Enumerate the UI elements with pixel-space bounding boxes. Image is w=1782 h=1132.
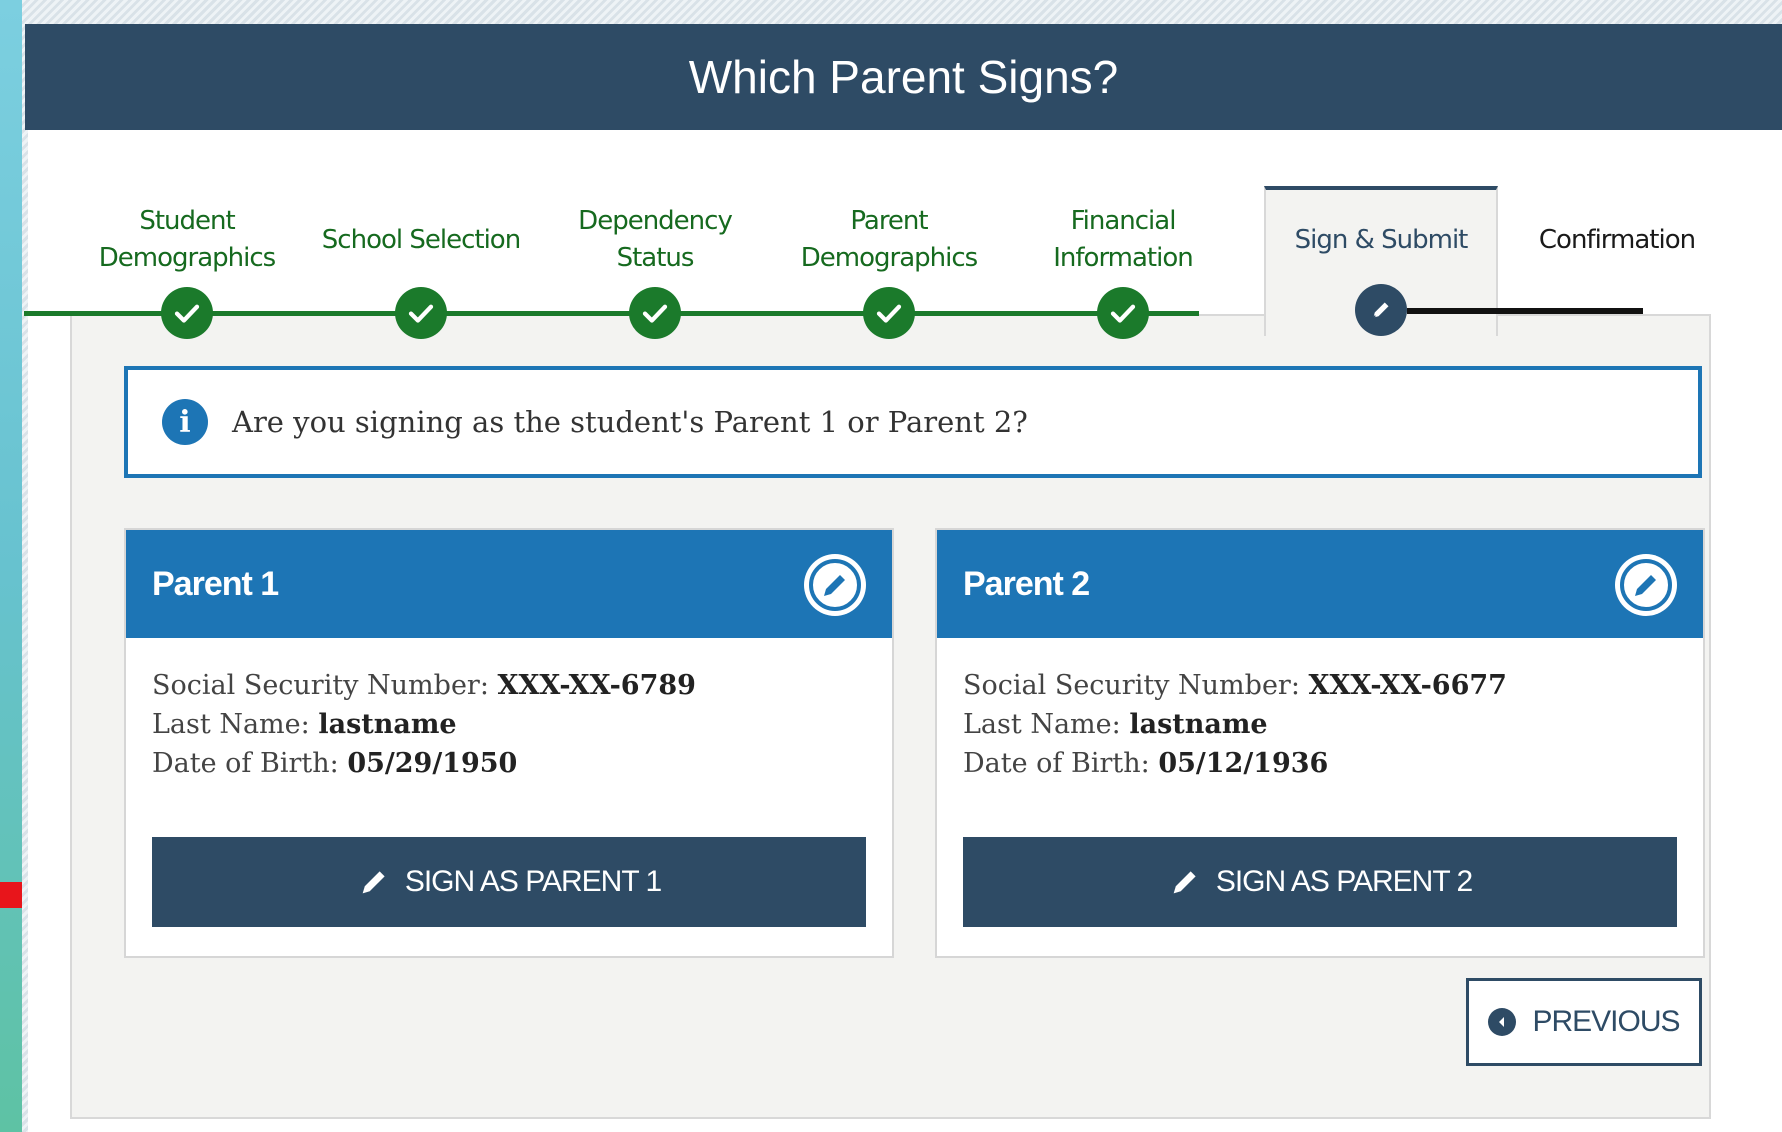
dob-value: 05/29/1950	[347, 748, 518, 779]
check-icon	[629, 287, 681, 339]
progress-line-upcoming	[1407, 308, 1643, 314]
step-label: Confirmation	[1538, 224, 1696, 255]
step-financial-information[interactable]: Financial Information	[1006, 160, 1240, 339]
frame-edge	[22, 24, 28, 1132]
card-header: Parent 2	[937, 530, 1703, 638]
ssn-label: Social Security Number:	[963, 670, 1300, 701]
dob-row: Date of Birth: 05/29/1950	[152, 744, 866, 783]
last-name-label: Last Name:	[152, 709, 310, 740]
parent-1-card: Parent 1 Social Security Number: XXX-XX-…	[124, 528, 894, 958]
check-icon	[1097, 287, 1149, 339]
info-icon: i	[162, 399, 208, 445]
pencil-icon	[1173, 871, 1196, 894]
last-name-row: Last Name: lastname	[152, 705, 866, 744]
step-label: School Selection	[321, 224, 521, 255]
step-label: Dependency Status	[578, 206, 733, 273]
info-alert: i Are you signing as the student's Paren…	[124, 366, 1702, 478]
last-name-row: Last Name: lastname	[963, 705, 1677, 744]
last-name-label: Last Name:	[963, 709, 1121, 740]
parent-2-card: Parent 2 Social Security Number: XXX-XX-…	[935, 528, 1705, 958]
step-label: Financial Information	[1053, 206, 1194, 273]
sign-as-parent-1-button[interactable]: SIGN AS PARENT 1	[152, 837, 866, 927]
dob-value: 05/12/1936	[1158, 748, 1329, 779]
ssn-value: XXX-XX-6677	[1308, 670, 1507, 701]
sign-as-parent-2-button[interactable]: SIGN AS PARENT 2	[963, 837, 1677, 927]
pencil-icon	[1355, 284, 1407, 336]
step-label: Sign & Submit	[1294, 224, 1469, 255]
button-label: SIGN AS PARENT 1	[404, 865, 662, 898]
alert-message: Are you signing as the student's Parent …	[232, 405, 1028, 439]
ssn-label: Social Security Number:	[152, 670, 489, 701]
ssn-row: Social Security Number: XXX-XX-6677	[963, 666, 1677, 705]
check-icon	[863, 287, 915, 339]
parent-details: Social Security Number: XXX-XX-6677 Last…	[937, 638, 1703, 783]
card-header: Parent 1	[126, 530, 892, 638]
seal-pencil-icon	[804, 554, 866, 616]
ssn-value: XXX-XX-6789	[497, 670, 696, 701]
seal-pencil-icon	[1615, 554, 1677, 616]
check-icon	[395, 287, 447, 339]
step-school-selection[interactable]: School Selection	[304, 160, 538, 339]
card-title: Parent 2	[963, 565, 1090, 603]
dob-label: Date of Birth:	[963, 748, 1150, 779]
previous-label: PREVIOUS	[1532, 1005, 1680, 1038]
progress-stepper: Student Demographics School Selection De…	[70, 160, 1734, 339]
step-label: Parent Demographics	[800, 206, 978, 273]
arrow-left-circle-icon	[1488, 1008, 1517, 1036]
dob-row: Date of Birth: 05/12/1936	[963, 744, 1677, 783]
step-dependency-status[interactable]: Dependency Status	[538, 160, 772, 339]
last-name-value: lastname	[318, 709, 457, 740]
check-icon	[161, 287, 213, 339]
dob-label: Date of Birth:	[152, 748, 339, 779]
step-confirmation[interactable]: Confirmation	[1500, 160, 1734, 325]
ssn-row: Social Security Number: XXX-XX-6789	[152, 666, 866, 705]
parent-details: Social Security Number: XXX-XX-6789 Last…	[126, 638, 892, 783]
button-label: SIGN AS PARENT 2	[1215, 865, 1473, 898]
pencil-icon	[362, 871, 385, 894]
step-label: Student Demographics	[98, 206, 276, 273]
previous-button[interactable]: PREVIOUS	[1466, 978, 1702, 1066]
page-header: Which Parent Signs?	[25, 24, 1782, 130]
page-title: Which Parent Signs?	[688, 51, 1119, 103]
step-parent-demographics[interactable]: Parent Demographics	[772, 160, 1006, 339]
card-title: Parent 1	[152, 565, 279, 603]
step-student-demographics[interactable]: Student Demographics	[70, 160, 304, 339]
last-name-value: lastname	[1129, 709, 1268, 740]
top-border	[22, 0, 1782, 24]
